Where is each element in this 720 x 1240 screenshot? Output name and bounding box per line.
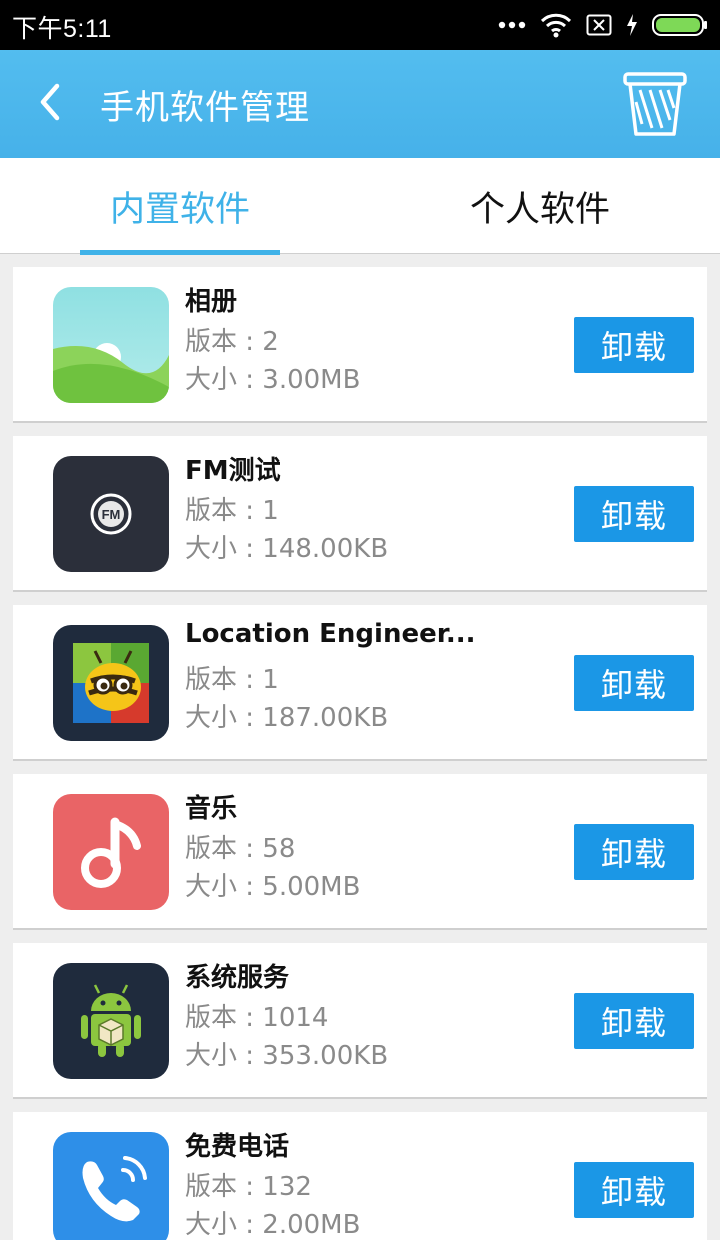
app-name: 相册: [185, 287, 238, 317]
tab-personal-apps[interactable]: 个人软件: [360, 158, 720, 254]
app-list-item: 相册 版本 : 2 大小 : 3.00MB 卸载: [13, 267, 707, 423]
title-bar: 手机软件管理: [0, 50, 720, 158]
back-button[interactable]: [22, 72, 78, 132]
status-time: 下午5:11: [12, 15, 112, 43]
app-size: 大小 : 353.00KB: [185, 1041, 389, 1071]
uninstall-button[interactable]: 卸载: [574, 655, 694, 711]
app-list-item: 音乐 版本 : 58 大小 : 5.00MB 卸载: [13, 774, 707, 930]
bee-icon: [53, 625, 169, 741]
tab-builtin-apps[interactable]: 内置软件: [0, 158, 360, 254]
app-size: 大小 : 3.00MB: [185, 365, 361, 395]
wifi-icon: [540, 13, 572, 38]
app-name: FM测试: [185, 456, 281, 486]
app-size: 大小 : 2.00MB: [185, 1210, 361, 1240]
app-version: 版本 : 1: [185, 496, 279, 526]
trash-icon: [623, 72, 687, 136]
app-name: Location Engineer...: [185, 619, 476, 649]
app-list-item: FM FM测试 版本 : 1 大小 : 148.00KB 卸载: [13, 436, 707, 592]
battery-icon: [652, 14, 707, 36]
page-title: 手机软件管理: [100, 88, 310, 128]
app-list-item: Location Engineer... 版本 : 1 大小 : 187.00K…: [13, 605, 707, 761]
active-tab-indicator: [80, 250, 280, 255]
gallery-icon: [53, 287, 169, 403]
fm-radio-icon: FM: [53, 456, 169, 572]
app-list-item: 免费电话 版本 : 132 大小 : 2.00MB 卸载: [13, 1112, 707, 1240]
android-robot-icon: [53, 963, 169, 1079]
status-icons: [498, 10, 708, 40]
app-name: 音乐: [185, 794, 238, 824]
more-dots-icon: [498, 21, 526, 29]
app-list[interactable]: 相册 版本 : 2 大小 : 3.00MB 卸载 FM FM测试 版本 : 1 …: [0, 267, 720, 1240]
charging-icon: [627, 14, 637, 36]
uninstall-button[interactable]: 卸载: [574, 993, 694, 1049]
trash-button[interactable]: [622, 68, 688, 140]
app-list-item: 系统服务 版本 : 1014 大小 : 353.00KB 卸载: [13, 943, 707, 1099]
app-size: 大小 : 148.00KB: [185, 534, 389, 564]
app-name: 免费电话: [185, 1132, 290, 1162]
music-note-icon: [53, 794, 169, 910]
no-sim-icon: [586, 14, 612, 36]
app-size: 大小 : 5.00MB: [185, 872, 361, 902]
app-version: 版本 : 58: [185, 834, 296, 864]
back-arrow-icon: [40, 83, 60, 121]
svg-text:FM: FM: [102, 507, 121, 522]
phone-call-icon: [53, 1132, 169, 1240]
app-size: 大小 : 187.00KB: [185, 703, 389, 733]
tab-bar: 内置软件 个人软件: [0, 158, 720, 255]
app-version: 版本 : 2: [185, 327, 279, 357]
app-name: 系统服务: [185, 963, 290, 993]
status-bar: 下午5:11: [0, 0, 720, 50]
app-version: 版本 : 1014: [185, 1003, 329, 1033]
uninstall-button[interactable]: 卸载: [574, 317, 694, 373]
uninstall-button[interactable]: 卸载: [574, 824, 694, 880]
uninstall-button[interactable]: 卸载: [574, 486, 694, 542]
app-version: 版本 : 132: [185, 1172, 312, 1202]
app-version: 版本 : 1: [185, 665, 279, 695]
uninstall-button[interactable]: 卸载: [574, 1162, 694, 1218]
